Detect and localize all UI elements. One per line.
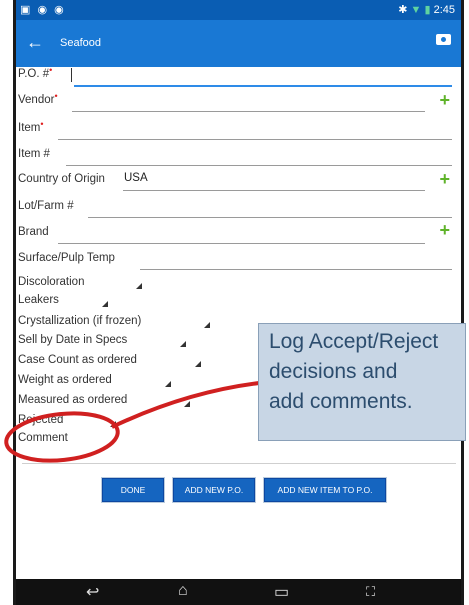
callout-line-2: decisions and — [269, 360, 398, 383]
annotation-overlay — [4, 380, 269, 463]
annotation-callout: Log Accept/Reject decisions and add comm… — [258, 323, 466, 441]
callout-pointer — [111, 380, 269, 429]
callout-line-1: Log Accept/Reject — [269, 330, 439, 353]
callout-line-3: add comments. — [269, 390, 413, 413]
highlight-ellipse — [4, 411, 120, 463]
